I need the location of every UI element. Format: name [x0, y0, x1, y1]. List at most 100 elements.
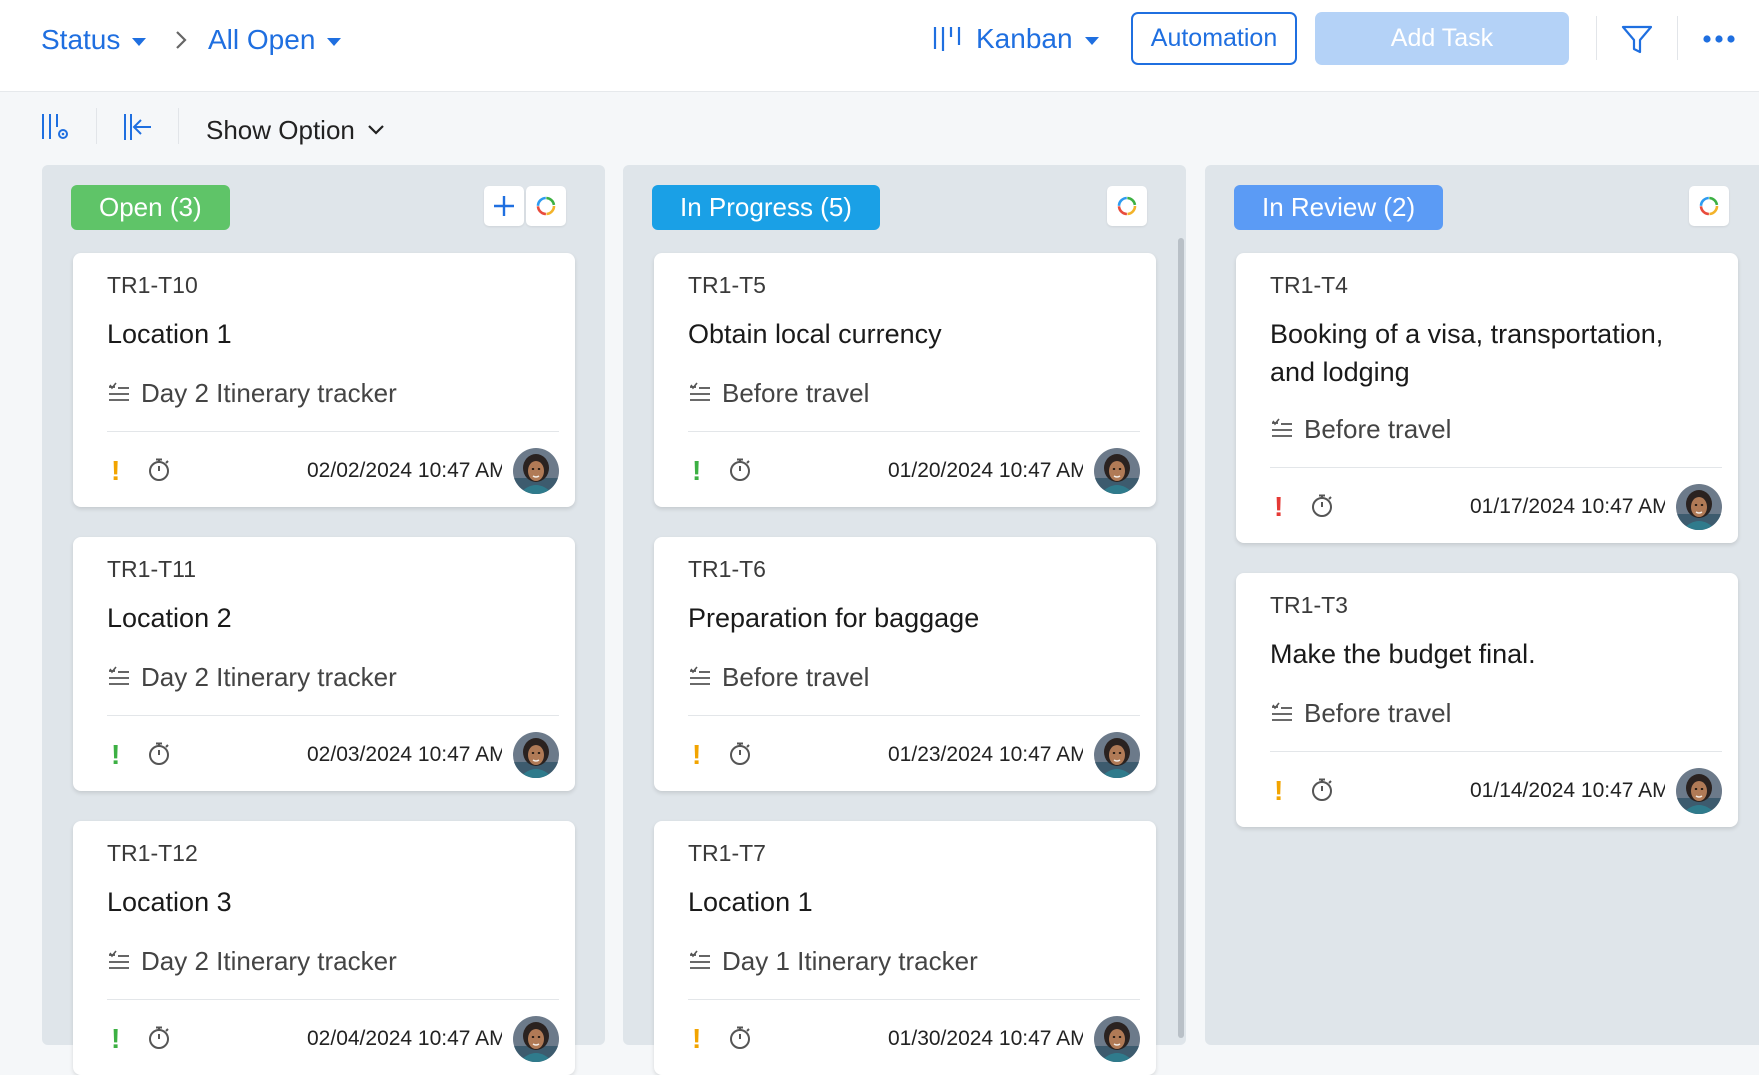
assignee-avatar[interactable] [513, 732, 559, 778]
assignee-avatar[interactable] [1094, 732, 1140, 778]
timer-button[interactable] [1310, 493, 1334, 524]
exclamation-icon[interactable]: ! [1274, 491, 1283, 523]
list-icon [109, 666, 129, 685]
task-id: TR1-T3 [1270, 592, 1348, 618]
task-due-date: 01/30/2024 10:47 AM [888, 1027, 1083, 1050]
collapse-columns-button[interactable] [120, 110, 154, 144]
show-option-dropdown[interactable]: Show Option [206, 110, 385, 150]
task-card[interactable]: TR1-T6 Preparation for baggage Before trav… [654, 537, 1156, 791]
task-list-label: Before travel [1304, 697, 1452, 728]
kanban-column: In Review (2) TR1-T4 Booking of a visa, tr… [1205, 165, 1759, 1045]
task-list-name: Before travel [688, 661, 869, 693]
task-card[interactable]: TR1-T4 Booking of a visa, transportation,… [1236, 253, 1738, 543]
more-options-button[interactable] [1698, 18, 1740, 60]
kanban-view-dropdown[interactable]: Kanban [932, 18, 1099, 60]
stopwatch-icon [149, 1026, 169, 1049]
task-card[interactable]: TR1-T5 Obtain local currency Before travel… [654, 253, 1156, 507]
exclamation-icon[interactable]: ! [692, 455, 701, 487]
column-progress-button[interactable] [1689, 186, 1729, 226]
list-icon [109, 950, 129, 969]
chevron-down-icon [368, 125, 384, 135]
assignee-avatar[interactable] [513, 448, 559, 494]
task-list-label: Before travel [1304, 413, 1452, 444]
caret-down-icon [132, 38, 147, 46]
task-due-date: 02/03/2024 10:47 AM [307, 743, 502, 766]
avatar-image [1094, 732, 1140, 778]
kanban-view-label: Kanban [976, 23, 1073, 54]
task-title: Location 2 [107, 603, 232, 633]
task-id: TR1-T4 [1270, 272, 1348, 298]
plus-icon [494, 196, 514, 216]
task-list-label: Before travel [722, 377, 870, 408]
automation-button[interactable]: Automation [1131, 12, 1297, 65]
exclamation-icon[interactable]: ! [111, 739, 120, 771]
progress-ring-icon [1699, 196, 1719, 216]
kanban-icon [933, 27, 961, 51]
card-divider [107, 431, 559, 432]
timer-button[interactable] [728, 741, 752, 772]
task-list-label: Day 2 Itinerary tracker [141, 377, 397, 408]
caret-down-icon [1084, 37, 1099, 45]
task-card[interactable]: TR1-T3 Make the budget final. Before trave… [1236, 573, 1738, 827]
task-card[interactable]: TR1-T7 Location 1 Day 1 Itinerary tracker!… [654, 821, 1156, 1075]
show-option-label: Show Option [206, 114, 355, 145]
card-divider [1270, 751, 1722, 752]
task-card[interactable]: TR1-T10 Location 1 Day 2 Itinerary tracker… [73, 253, 575, 507]
add-task-to-column-button[interactable] [484, 186, 524, 226]
column-scrollbar[interactable] [1178, 238, 1184, 1038]
task-id: TR1-T11 [107, 556, 197, 582]
filter-button[interactable] [1616, 18, 1658, 60]
status-dropdown[interactable]: Status [41, 20, 147, 60]
stopwatch-icon [149, 458, 169, 481]
exclamation-icon[interactable]: ! [1274, 775, 1283, 807]
column-status-pill[interactable]: Open (3) [71, 185, 230, 230]
list-icon [690, 950, 710, 969]
task-id: TR1-T10 [107, 272, 198, 298]
task-title: Location 1 [688, 887, 813, 917]
caret-down-icon [327, 38, 342, 46]
timer-button[interactable] [728, 457, 752, 488]
column-settings-button[interactable] [38, 110, 72, 144]
avatar-image [1094, 448, 1140, 494]
task-due-date: 01/23/2024 10:47 AM [888, 743, 1083, 766]
avatar-image [1676, 768, 1722, 814]
stopwatch-icon [730, 458, 750, 481]
assignee-avatar[interactable] [1094, 448, 1140, 494]
exclamation-icon[interactable]: ! [692, 739, 701, 771]
card-divider [1270, 467, 1722, 468]
task-card-footer: ! 02/03/2024 10:47 AM [107, 731, 559, 779]
column-progress-button[interactable] [526, 186, 566, 226]
timer-button[interactable] [147, 457, 171, 488]
assignee-avatar[interactable] [1676, 768, 1722, 814]
progress-ring-icon [1117, 196, 1137, 216]
column-status-pill[interactable]: In Review (2) [1234, 185, 1444, 230]
assignee-avatar[interactable] [1676, 484, 1722, 530]
timer-button[interactable] [1310, 777, 1334, 808]
view-filter-label: All Open [208, 24, 316, 55]
task-list-name: Day 1 Itinerary tracker [688, 945, 978, 977]
column-header: In Review (2) [1205, 165, 1759, 245]
column-status-pill[interactable]: In Progress (5) [652, 185, 880, 230]
task-card[interactable]: TR1-T12 Location 3 Day 2 Itinerary tracker… [73, 821, 575, 1075]
exclamation-icon[interactable]: ! [111, 1023, 120, 1055]
assignee-avatar[interactable] [513, 1016, 559, 1062]
view-filter-dropdown[interactable]: All Open [208, 20, 342, 60]
exclamation-icon[interactable]: ! [111, 455, 120, 487]
progress-ring-icon [536, 196, 556, 216]
task-title: Location 3 [107, 887, 232, 917]
stopwatch-icon [149, 742, 169, 765]
task-card[interactable]: TR1-T11 Location 2 Day 2 Itinerary tracker… [73, 537, 575, 791]
assignee-avatar[interactable] [1094, 1016, 1140, 1062]
task-list-name: Day 2 Itinerary tracker [107, 945, 397, 977]
list-icon [1272, 702, 1292, 721]
task-due-date: 02/02/2024 10:47 AM [307, 459, 502, 482]
timer-button[interactable] [147, 741, 171, 772]
column-header: Open (3) [42, 165, 605, 245]
add-task-button[interactable]: Add Task [1315, 12, 1569, 65]
chevron-right-icon [176, 31, 187, 49]
list-icon [690, 382, 710, 401]
exclamation-icon[interactable]: ! [692, 1023, 701, 1055]
task-list-label: Before travel [722, 661, 870, 692]
column-progress-button[interactable] [1107, 186, 1147, 226]
task-card-footer: ! 01/17/2024 10:47 AM [1270, 483, 1722, 531]
